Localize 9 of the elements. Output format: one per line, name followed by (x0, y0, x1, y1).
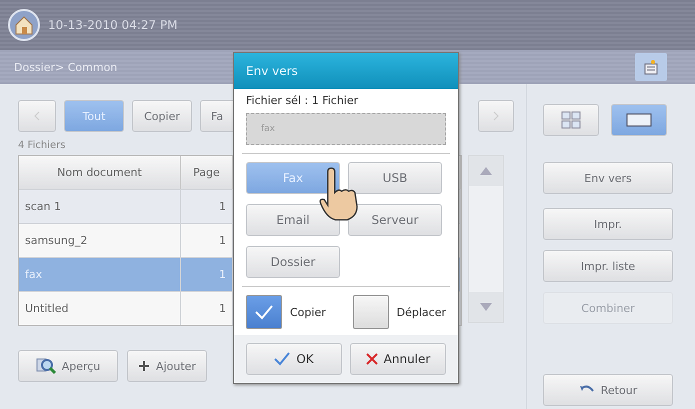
breadcrumb: Dossier> Common (14, 60, 118, 74)
file-name-field: fax (246, 113, 446, 145)
checkbox-label: Copier (290, 306, 326, 318)
dialog-title: Env vers (234, 53, 458, 89)
date-time: 10-13-2010 04:27 PM (48, 18, 178, 32)
column-header: Page (181, 156, 233, 189)
column-header: Nom document (19, 156, 181, 189)
checkbox-label: Déplacer (396, 306, 446, 318)
file-count: 4 Fichiers (18, 140, 66, 151)
